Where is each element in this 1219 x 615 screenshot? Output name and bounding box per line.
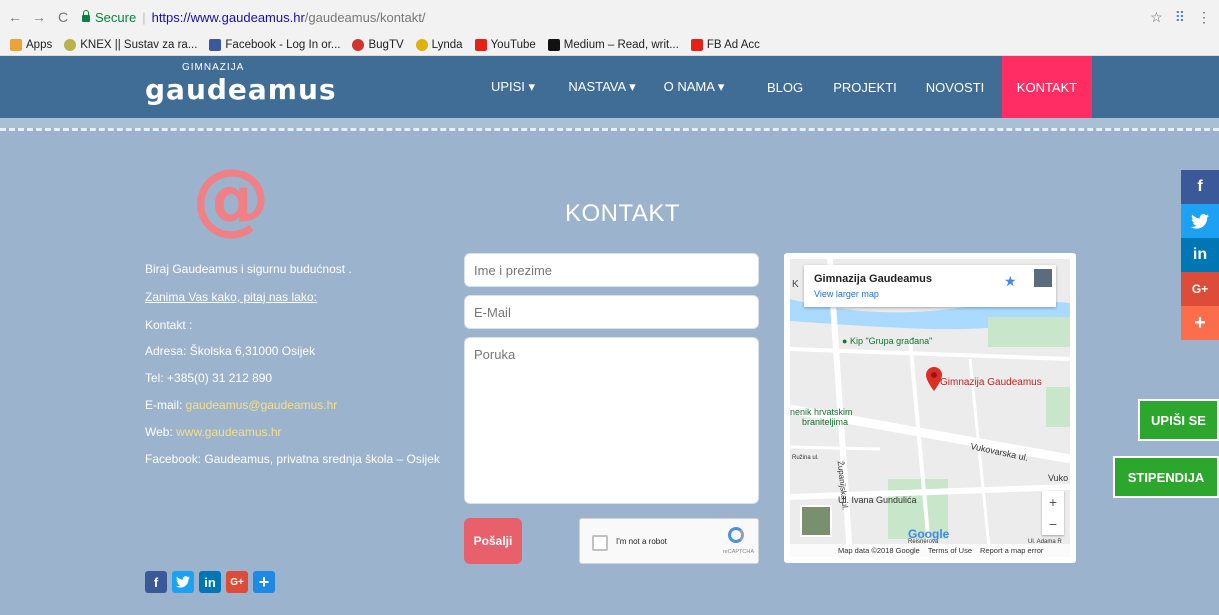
bookmark-apps[interactable]: Apps bbox=[10, 38, 52, 51]
apps-grid-icon bbox=[10, 38, 22, 51]
menu-kontakt[interactable]: KONTAKT bbox=[1002, 56, 1092, 118]
bookmark-facebook[interactable]: Facebook - Log In or... bbox=[209, 38, 340, 51]
contact-label: Kontakt : bbox=[145, 318, 193, 332]
map-zoom-control: + − bbox=[1042, 491, 1064, 535]
message-textarea[interactable]: Poruka bbox=[464, 337, 759, 504]
tagline: Biraj Gaudeamus i sigurnu budućnost . bbox=[145, 262, 352, 276]
facebook-text: Facebook: Gaudeamus, privatna srednja šk… bbox=[145, 452, 440, 466]
web-link[interactable]: www.gaudeamus.hr bbox=[176, 425, 281, 439]
fb-ad-icon bbox=[690, 38, 703, 51]
youtube-icon bbox=[474, 38, 487, 51]
reload-icon[interactable]: C bbox=[54, 9, 72, 25]
email-link[interactable]: gaudeamus@gaudeamus.hr bbox=[186, 398, 338, 412]
secure-label: Secure bbox=[95, 9, 137, 25]
social-share-sidebar: f in G+ + bbox=[1181, 170, 1219, 340]
recaptcha-label: I'm not a robot bbox=[616, 537, 667, 546]
share-plus-icon[interactable]: + bbox=[253, 571, 275, 593]
googleplus-share-icon[interactable]: G+ bbox=[226, 571, 248, 593]
url-host: https://www.gaudeamus.hr bbox=[151, 9, 305, 25]
send-button[interactable]: Pošalji bbox=[464, 518, 522, 564]
recaptcha-logo-icon bbox=[728, 527, 744, 543]
site-header: GIMNAZIJA gaudeamus UPISI ▾ NASTAVA ▾ O … bbox=[0, 56, 1219, 118]
address-text: Adresa: Školska 6,31000 Osijek bbox=[145, 344, 316, 358]
logo-subtitle: GIMNAZIJA bbox=[182, 62, 245, 73]
poi-kip: ● Kip "Grupa građana" bbox=[842, 336, 933, 346]
menu-o-nama[interactable]: O NAMA ▾ bbox=[652, 56, 736, 118]
site-logo[interactable]: gaudeamus bbox=[145, 73, 337, 106]
forward-icon[interactable]: → bbox=[30, 9, 48, 25]
twitter-share-icon[interactable] bbox=[172, 571, 194, 593]
web-line: Web: www.gaudeamus.hr bbox=[145, 425, 282, 439]
name-input[interactable]: Ime i prezime bbox=[464, 253, 759, 287]
menu-projekti[interactable]: PROJEKTI bbox=[828, 56, 902, 118]
zoom-in-icon[interactable]: + bbox=[1042, 491, 1064, 513]
social-share-bottom: f in G+ + bbox=[145, 571, 275, 593]
map-place-title: Gimnazija Gaudeamus bbox=[814, 273, 932, 285]
zoom-out-icon[interactable]: − bbox=[1042, 513, 1064, 535]
lynda-icon bbox=[415, 38, 428, 51]
map-pin-icon[interactable] bbox=[926, 367, 942, 391]
share-plus-side-icon[interactable]: + bbox=[1181, 306, 1219, 340]
url-field[interactable]: Secure | https://www.gaudeamus.hr/gaudea… bbox=[82, 9, 426, 25]
browser-address-bar: ← → C Secure | https://www.gaudeamus.hr /… bbox=[0, 0, 1219, 34]
url-path: /gaudeamus/kontakt/ bbox=[304, 9, 426, 25]
map-terms-link[interactable]: Terms of Use bbox=[928, 546, 972, 555]
knex-icon bbox=[64, 38, 77, 51]
googleplus-side-icon[interactable]: G+ bbox=[1181, 272, 1219, 306]
menu-nastava[interactable]: NASTAVA ▾ bbox=[562, 56, 642, 118]
facebook-side-icon[interactable]: f bbox=[1181, 170, 1219, 204]
bookmark-knex[interactable]: KNEX || Sustav za ra... bbox=[64, 38, 197, 51]
dashed-divider bbox=[0, 128, 1219, 131]
back-icon[interactable]: ← bbox=[6, 9, 24, 25]
map-report-link[interactable]: Report a map error bbox=[980, 546, 1043, 555]
place-photo-thumbnail bbox=[1034, 269, 1052, 287]
save-star-icon[interactable]: ★ bbox=[1004, 273, 1017, 290]
lock-icon bbox=[82, 9, 90, 22]
menu-upisi[interactable]: UPISI ▾ bbox=[480, 56, 546, 118]
facebook-share-icon[interactable]: f bbox=[145, 571, 167, 593]
bookmarks-bar: Apps KNEX || Sustav za ra... Facebook - … bbox=[0, 34, 1219, 56]
recaptcha-brand: reCAPTCHA bbox=[722, 549, 754, 555]
bookmark-fb-ad[interactable]: FB Ad Acc bbox=[690, 38, 760, 51]
bookmark-bugtv[interactable]: BugTV bbox=[352, 38, 404, 51]
email-line: E-mail: gaudeamus@gaudeamus.hr bbox=[145, 398, 338, 412]
more-menu-icon[interactable]: ⋮ bbox=[1197, 9, 1211, 26]
bookmark-medium[interactable]: Medium – Read, writ... bbox=[547, 38, 679, 51]
email-input[interactable]: E-Mail bbox=[464, 295, 759, 329]
extension-icon[interactable]: ⠿ bbox=[1175, 9, 1185, 26]
facebook-icon bbox=[209, 38, 222, 51]
scholarship-button[interactable]: STIPENDIJA bbox=[1113, 456, 1219, 498]
view-larger-map-link[interactable]: View larger map bbox=[814, 289, 879, 299]
linkedin-side-icon[interactable]: in bbox=[1181, 238, 1219, 272]
bookmark-star-icon[interactable]: ☆ bbox=[1150, 9, 1163, 26]
google-logo: Google bbox=[908, 527, 950, 541]
map-info-card: Gimnazija Gaudeamus View larger map ★ bbox=[804, 265, 1056, 307]
bugtv-icon bbox=[352, 38, 365, 51]
ask-link[interactable]: Zanima Vas kako, pitaj nas lako: bbox=[145, 290, 317, 304]
map-footer: Map data ©2018 Google Terms of Use Repor… bbox=[790, 544, 1070, 557]
poi-gimnazija-label: Gimnazija Gaudeamus bbox=[940, 377, 1042, 388]
menu-blog[interactable]: BLOG bbox=[760, 56, 810, 118]
linkedin-share-icon[interactable]: in bbox=[199, 571, 221, 593]
enroll-button[interactable]: UPIŠI SE bbox=[1138, 399, 1219, 441]
bookmark-youtube[interactable]: YouTube bbox=[474, 38, 536, 51]
medium-icon bbox=[547, 38, 560, 51]
satellite-toggle[interactable] bbox=[800, 505, 832, 537]
menu-novosti[interactable]: NOVOSTI bbox=[920, 56, 990, 118]
google-map[interactable]: K Gimnazija Gaudeamus View larger map ★ … bbox=[784, 253, 1076, 563]
form-title: KONTAKT bbox=[565, 200, 681, 227]
bookmark-lynda[interactable]: Lynda bbox=[415, 38, 463, 51]
at-sign-icon: @ bbox=[192, 154, 270, 244]
twitter-side-icon[interactable] bbox=[1181, 204, 1219, 238]
recaptcha-checkbox[interactable] bbox=[592, 535, 608, 551]
phone-text: Tel: +385(0) 31 212 890 bbox=[145, 371, 273, 385]
recaptcha-widget: I'm not a robot reCAPTCHA bbox=[579, 518, 759, 564]
